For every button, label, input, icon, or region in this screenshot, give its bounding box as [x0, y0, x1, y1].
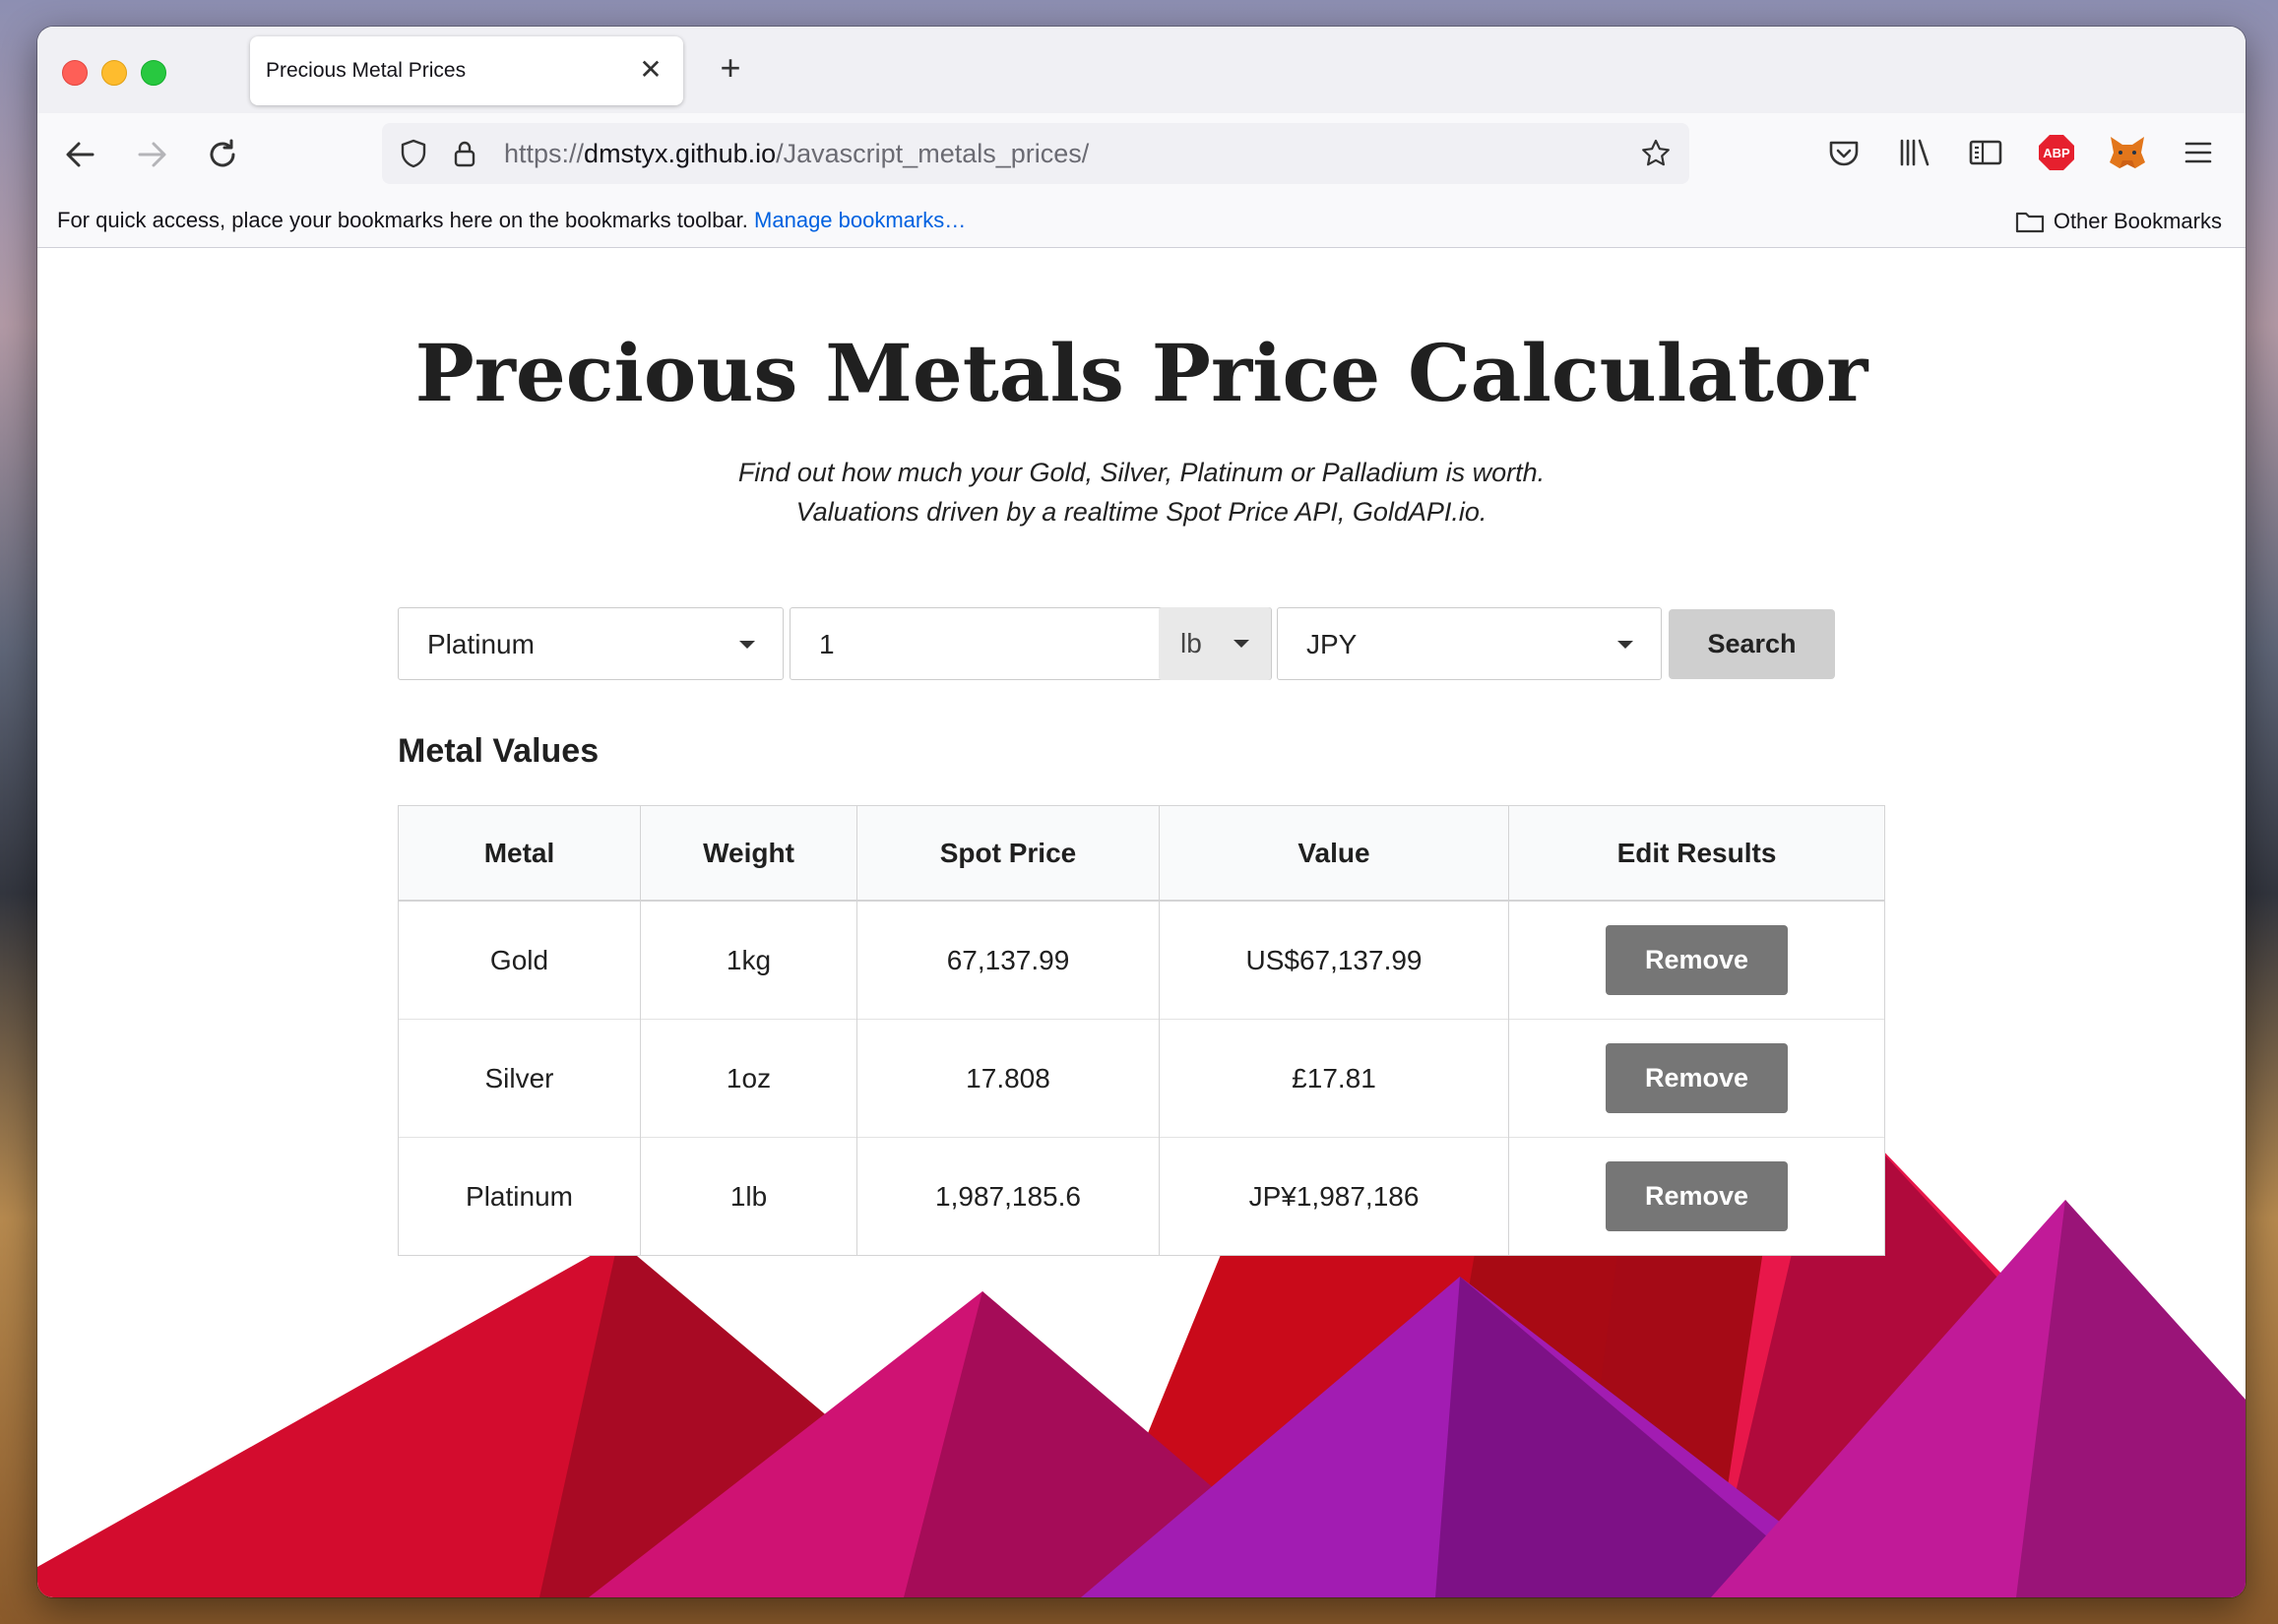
bookmarks-hint: For quick access, place your bookmarks h… [57, 208, 748, 232]
menu-icon[interactable] [2177, 131, 2220, 174]
tab-active[interactable]: Precious Metal Prices ✕ [250, 36, 683, 105]
chevron-down-icon [1234, 640, 1249, 648]
cell-metal: Platinum [398, 1137, 641, 1256]
chevron-down-icon [1617, 641, 1633, 649]
lock-icon[interactable] [449, 138, 480, 169]
column-header-spot-price: Spot Price [856, 805, 1160, 902]
url-scheme: https:// [504, 139, 585, 168]
table-row: Silver 1oz 17.808 £17.81 Remove [398, 1019, 1885, 1138]
close-window-button[interactable] [62, 60, 88, 86]
metal-select-value: Platinum [427, 629, 535, 659]
pocket-icon[interactable] [1822, 131, 1866, 174]
metal-select[interactable]: Platinum [398, 607, 784, 680]
shield-icon[interactable] [398, 138, 429, 169]
currency-select[interactable]: JPY [1277, 607, 1662, 680]
url-text[interactable]: https://dmstyx.github.io/Javascript_meta… [504, 139, 1089, 169]
results-heading: Metal Values [398, 732, 600, 770]
unit-select[interactable]: lb [1159, 607, 1271, 680]
cell-metal: Gold [398, 900, 641, 1020]
library-icon[interactable] [1893, 131, 1936, 174]
url-host: dmstyx.github.io [584, 139, 777, 168]
other-bookmarks-label: Other Bookmarks [2053, 209, 2222, 233]
quantity-input-value: 1 [819, 629, 835, 659]
cell-weight: 1kg [640, 900, 857, 1020]
cell-actions: Remove [1508, 1019, 1885, 1138]
bookmarks-bar: For quick access, place your bookmarks h… [37, 196, 2246, 248]
table-header-row: Metal Weight Spot Price Value Edit Resul… [398, 805, 1885, 902]
page-title: Precious Metals Price Calculator [414, 327, 1868, 419]
tab-close-icon[interactable]: ✕ [636, 52, 665, 88]
page-content: Precious Metals Price Calculator Find ou… [37, 248, 2246, 1597]
folder-icon [2015, 212, 2044, 233]
url-bar[interactable]: https://dmstyx.github.io/Javascript_meta… [382, 123, 1689, 184]
currency-select-value: JPY [1306, 629, 1358, 659]
remove-button[interactable]: Remove [1606, 1161, 1788, 1231]
cell-actions: Remove [1508, 1137, 1885, 1256]
column-header-value: Value [1159, 805, 1509, 902]
zoom-window-button[interactable] [141, 60, 166, 86]
remove-button[interactable]: Remove [1606, 1043, 1788, 1113]
cell-value: £17.81 [1159, 1019, 1509, 1138]
column-header-metal: Metal [398, 805, 641, 902]
cell-value: JP¥1,987,186 [1159, 1137, 1509, 1256]
url-path: /Javascript_metals_prices/ [776, 139, 1090, 168]
page-subtitle-line-1: Find out how much your Gold, Silver, Pla… [737, 458, 1546, 487]
table-row: Platinum 1lb 1,987,185.6 JP¥1,987,186 Re… [398, 1137, 1885, 1256]
page-subtitle-line-2: Valuations driven by a realtime Spot Pri… [795, 497, 1487, 527]
cell-metal: Silver [398, 1019, 641, 1138]
cell-weight: 1lb [640, 1137, 857, 1256]
forward-icon[interactable] [128, 131, 175, 178]
new-tab-button[interactable]: + [711, 50, 750, 90]
cell-weight: 1oz [640, 1019, 857, 1138]
adblock-label: ABP [2043, 146, 2070, 160]
cell-spot-price: 1,987,185.6 [856, 1137, 1160, 1256]
back-icon[interactable] [57, 131, 104, 178]
other-bookmarks-button[interactable]: Other Bookmarks [2014, 206, 2222, 237]
cell-actions: Remove [1508, 900, 1885, 1020]
cell-spot-price: 67,137.99 [856, 900, 1160, 1020]
adblock-icon[interactable]: ABP [2035, 131, 2078, 174]
table-row: Gold 1kg 67,137.99 US$67,137.99 Remove [398, 900, 1885, 1020]
tab-strip: Precious Metal Prices ✕ + [37, 27, 2246, 113]
column-header-weight: Weight [640, 805, 857, 902]
search-button[interactable]: Search [1669, 609, 1835, 679]
minimize-window-button[interactable] [101, 60, 127, 86]
remove-button[interactable]: Remove [1606, 925, 1788, 995]
reload-icon[interactable] [199, 131, 246, 178]
bookmarks-hint-text: For quick access, place your bookmarks h… [57, 208, 966, 233]
cell-value: US$67,137.99 [1159, 900, 1509, 1020]
tab-title: Precious Metal Prices [266, 59, 467, 82]
chevron-down-icon [739, 641, 755, 649]
sidebar-icon[interactable] [1964, 131, 2007, 174]
manage-bookmarks-link[interactable]: Manage bookmarks… [754, 208, 966, 232]
metamask-icon[interactable] [2106, 131, 2149, 174]
navigation-bar: https://dmstyx.github.io/Javascript_meta… [37, 113, 2246, 196]
star-icon[interactable] [1640, 138, 1672, 169]
unit-select-value: lb [1180, 628, 1202, 658]
cell-spot-price: 17.808 [856, 1019, 1160, 1138]
column-header-edit-results: Edit Results [1508, 805, 1885, 902]
metal-values-table: Metal Weight Spot Price Value Edit Resul… [398, 805, 1885, 1256]
browser-window: Precious Metal Prices ✕ + https://dmstyx… [37, 27, 2246, 1597]
